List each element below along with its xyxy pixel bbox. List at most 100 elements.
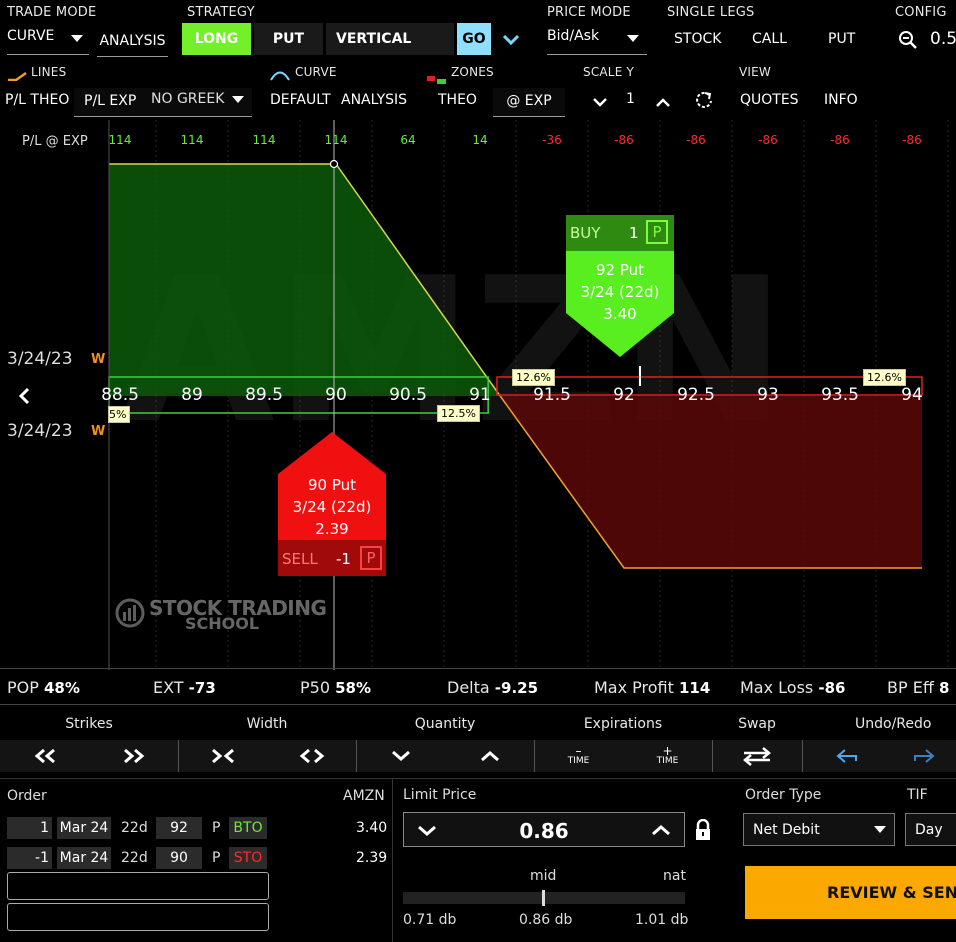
buy-leg-marker[interactable]: BUY 1 P 92 Put 3/24 (22d) 3.40: [566, 215, 674, 357]
lock-icon[interactable]: [694, 818, 712, 845]
iv-chip-right: 12.6%: [863, 369, 906, 386]
review-send-button[interactable]: REVIEW & SEND: [745, 866, 956, 919]
pl-value: -86: [758, 133, 778, 147]
stock-button[interactable]: STOCK: [674, 31, 721, 47]
collapse-icon: [211, 748, 234, 764]
tif-select[interactable]: Day: [905, 813, 956, 846]
strikes-up-button[interactable]: [89, 740, 178, 772]
info-tab[interactable]: INFO: [824, 92, 858, 108]
strike-label[interactable]: 92.5: [672, 385, 720, 405]
swap-button[interactable]: [712, 740, 802, 772]
strikes-label: Strikes: [65, 716, 113, 732]
iv-chip-long: 12.6%: [512, 369, 555, 386]
strike-label[interactable]: 92: [600, 385, 648, 405]
pl-value: 114: [324, 133, 348, 147]
chevron-left-icon[interactable]: [17, 387, 31, 409]
stat-max-profit: Max Profit 114: [594, 678, 711, 697]
view-label: VIEW: [739, 65, 771, 79]
sell-side-label: SELL: [282, 550, 318, 568]
width-widen-button[interactable]: [267, 740, 356, 772]
strike-label[interactable]: 91: [456, 385, 504, 405]
price-mode-select[interactable]: Bid/Ask: [547, 28, 647, 55]
price-slider-handle[interactable]: [542, 890, 545, 906]
long-button[interactable]: LONG: [182, 23, 251, 55]
reset-scale-icon[interactable]: [694, 90, 714, 114]
order-leg-days: 22d: [121, 820, 148, 836]
order-leg-qty[interactable]: 1: [7, 817, 52, 839]
strike-label[interactable]: 89.5: [240, 385, 288, 405]
quantity-down-button[interactable]: [356, 740, 445, 772]
strike-label[interactable]: 90: [312, 385, 360, 405]
strike-label[interactable]: 88.5: [96, 385, 144, 405]
order-leg-strike[interactable]: 90: [156, 847, 202, 869]
width-narrow-button[interactable]: [178, 740, 267, 772]
pl-value: 114: [180, 133, 204, 147]
swap-label: Swap: [738, 716, 776, 732]
width-label: Width: [246, 716, 288, 732]
order-type-select[interactable]: Net Debit: [743, 813, 895, 846]
strike-label[interactable]: 89: [168, 385, 216, 405]
time-minus-button[interactable]: – TIME: [534, 740, 623, 772]
redo-icon: [913, 749, 935, 763]
pl-value: -86: [830, 133, 850, 147]
sell-qty: -1: [336, 550, 351, 568]
trade-mode-value: CURVE: [7, 28, 55, 44]
order-leg-strike[interactable]: 92: [156, 817, 202, 839]
sell-exp: 3/24 (22d): [292, 498, 372, 516]
trade-mode-label: TRADE MODE: [7, 5, 97, 20]
chevron-down-icon[interactable]: [502, 31, 520, 50]
default-curve-tab[interactable]: DEFAULT: [270, 92, 331, 108]
order-leg-action[interactable]: STO: [229, 847, 267, 869]
pl-value: -36: [542, 133, 562, 147]
strike-label[interactable]: 91.5: [528, 385, 576, 405]
put-leg-button[interactable]: PUT: [828, 31, 855, 47]
iv-chip-short: 12.5%: [437, 405, 480, 422]
empty-leg-row[interactable]: [7, 872, 269, 900]
undo-button[interactable]: [802, 740, 891, 772]
pl-value: -86: [614, 133, 634, 147]
order-leg-exp[interactable]: Mar 24: [57, 817, 111, 839]
quantity-up-button[interactable]: [445, 740, 534, 772]
pl-exp-tab[interactable]: P/L EXP NO GREEK: [74, 88, 252, 117]
order-leg-qty[interactable]: -1: [7, 847, 52, 869]
vertical-select[interactable]: VERTICAL: [326, 23, 454, 55]
order-leg-exp[interactable]: Mar 24: [57, 847, 111, 869]
analysis-curve-tab[interactable]: ANALYSIS: [341, 92, 407, 108]
strike-label[interactable]: 93.5: [816, 385, 864, 405]
strike-labels-row: 88.5 89 89.5 90 90.5 91 91.5 92 92.5 93 93.5 94: [0, 385, 956, 405]
strike-label[interactable]: 94: [888, 385, 936, 405]
strike-label[interactable]: 93: [744, 385, 792, 405]
empty-leg-row[interactable]: [7, 903, 269, 931]
chevron-down-icon[interactable]: [592, 94, 608, 113]
trade-mode-select[interactable]: CURVE: [7, 28, 89, 55]
exp-zone-tab[interactable]: @ EXP: [493, 88, 565, 117]
zoom-out-icon[interactable]: [898, 30, 918, 54]
zones-icon: [427, 69, 447, 88]
stat-p50: P50 58%: [300, 678, 372, 697]
chevron-up-icon[interactable]: [655, 94, 671, 113]
quotes-tab[interactable]: QUOTES: [740, 92, 799, 108]
pl-value: 114: [252, 133, 276, 147]
double-chevron-right-icon: [123, 748, 144, 764]
time-plus-button[interactable]: + TIME: [623, 740, 712, 772]
undo-icon: [835, 749, 857, 763]
go-button[interactable]: GO: [457, 23, 491, 55]
strike-label[interactable]: 90.5: [384, 385, 432, 405]
greek-select[interactable]: NO GREEK: [151, 91, 224, 107]
sell-leg-marker[interactable]: 90 Put 3/24 (22d) 2.39 SELL -1 P: [278, 432, 386, 576]
redo-button[interactable]: [891, 740, 956, 772]
expiration-date-bottom: 3/24/23: [7, 421, 73, 441]
strikes-down-button[interactable]: [0, 740, 89, 772]
order-leg-type: P: [212, 820, 221, 836]
buy-exp: 3/24 (22d): [580, 283, 660, 301]
analysis-mode-tab[interactable]: ANALYSIS: [97, 30, 168, 57]
pl-theo-tab[interactable]: P/L THEO: [5, 92, 69, 108]
cursor-point: [329, 159, 339, 169]
limit-price-field[interactable]: 0.86: [403, 812, 685, 847]
order-leg-action[interactable]: BTO: [229, 817, 267, 839]
limit-price-label: Limit Price: [403, 787, 477, 803]
put-button[interactable]: PUT: [254, 23, 323, 55]
swap-icon: [743, 747, 771, 766]
theo-zone-tab[interactable]: THEO: [438, 92, 477, 108]
call-button[interactable]: CALL: [752, 31, 787, 47]
